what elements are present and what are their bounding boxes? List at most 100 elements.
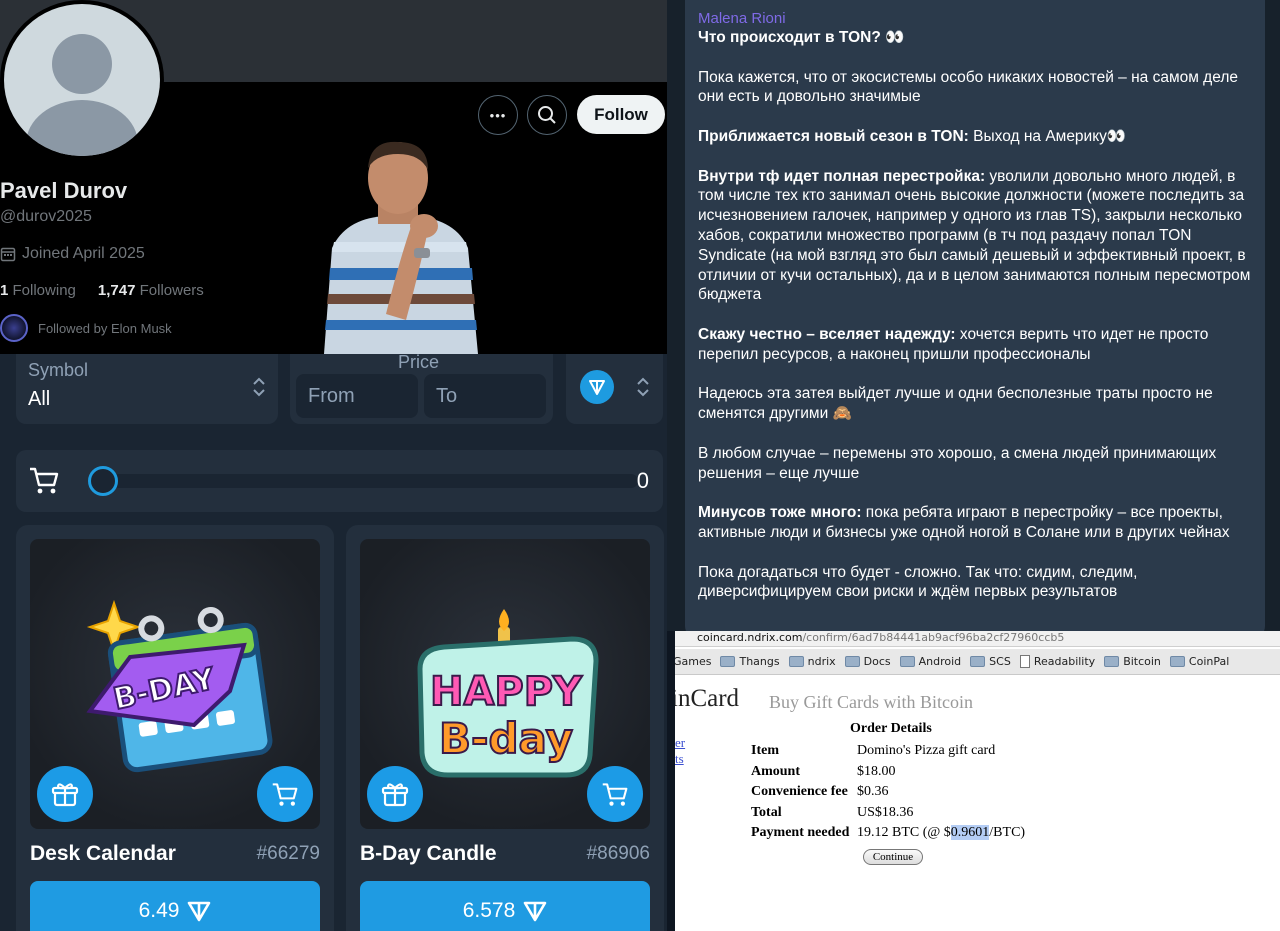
message-author[interactable]: Malena Rioni (698, 10, 1251, 27)
calendar-icon (0, 247, 16, 262)
browser-screenshot: coincard.ndrix.com/confirm/6ad7b84441ab9… (675, 631, 1280, 931)
follower-avatar (0, 314, 28, 342)
add-to-cart-button[interactable] (257, 766, 313, 822)
message-bubble: Malena Rioni Что происходит в TON? 👀 Пок… (685, 0, 1265, 631)
price-filter: Price From To (290, 354, 553, 424)
cart-count: 0 (636, 468, 649, 493)
more-options-button[interactable]: ••• (478, 95, 518, 135)
search-icon (538, 106, 556, 124)
message-paragraph: Минусов тоже много: пока ребята играют в… (698, 504, 1230, 541)
order-row: Total US$18.36 (751, 804, 914, 820)
message-text: Что происходит в TON? 👀 Пока кажется, чт… (698, 28, 1251, 602)
cart-slider-track[interactable] (88, 474, 638, 488)
add-to-cart-button[interactable] (587, 766, 643, 822)
bookmark-item[interactable]: CoinPal (1169, 655, 1229, 668)
gift-icon (381, 783, 409, 807)
followers-link[interactable]: 1,747 Followers (98, 282, 204, 299)
ton-icon (580, 370, 614, 404)
order-heading: Order Details (850, 721, 932, 736)
buy-button[interactable]: 6.49 (30, 881, 320, 931)
folder-icon (844, 656, 860, 667)
profile-stats: 1 Following 1,747 Followers (0, 282, 204, 299)
folder-icon (1169, 656, 1185, 667)
folder-icon (1104, 656, 1120, 667)
profile-joined: Joined April 2025 (0, 245, 145, 263)
cart-icon (272, 783, 298, 806)
person-photo (316, 138, 482, 354)
avatar[interactable] (0, 0, 164, 160)
message-paragraph: Пока догадаться что будет - сложно. Так … (698, 563, 1138, 601)
gift-number: #86906 (586, 843, 650, 864)
gift-image: B-DAY (30, 539, 320, 829)
gift-send-button[interactable] (367, 766, 423, 822)
following-link[interactable]: 1 Following (0, 282, 76, 299)
bookmark-item[interactable]: Android (899, 655, 961, 668)
bookmark-item[interactable]: Bitcoin (1104, 655, 1161, 668)
bookmark-item[interactable]: SCS (970, 655, 1011, 668)
bookmark-item[interactable]: Readability (1019, 655, 1095, 668)
buy-price: 6.578 (462, 899, 516, 922)
cart-icon (602, 783, 628, 806)
folder-icon (970, 656, 986, 667)
folder-icon (788, 656, 804, 667)
buy-button[interactable]: 6.578 (360, 881, 650, 931)
gift-card[interactable]: B-DAY Desk Calendar #66279 6.49 (16, 525, 334, 931)
gift-icon (51, 783, 79, 807)
side-link[interactable]: ts (675, 751, 684, 767)
bookmarks-bar: Games Thangs ndrix Docs Android SCS Read… (675, 649, 1280, 675)
followed-by[interactable]: Followed by Elon Musk (0, 314, 172, 342)
bookmark-item[interactable]: Games (675, 655, 711, 668)
message-paragraph: Надеюсь эта затея выйдет лучше и одни бе… (698, 385, 1213, 423)
symbol-value: All (28, 388, 51, 410)
ton-icon (188, 901, 211, 922)
gift-title: B-Day Candle (360, 842, 497, 865)
gift-image: HAPPY B-day (360, 539, 650, 829)
side-link[interactable]: er (675, 735, 685, 751)
price-label: Price (398, 354, 440, 372)
telegram-chat-panel: Malena Rioni Что происходит в TON? 👀 Пок… (667, 0, 1280, 631)
continue-button[interactable]: Continue (863, 849, 923, 865)
joined-date: Joined April 2025 (22, 245, 145, 262)
message-paragraph: Что происходит в TON? 👀 (698, 29, 905, 46)
url-host: coincard.ndrix.com (697, 631, 803, 644)
message-paragraph: Внутри тф идет полная перестройка: уволи… (698, 167, 1251, 304)
profile-handle: @durov2025 (0, 208, 92, 225)
gift-market-panel: Symbol All Price From To 0 B-DAY Desk Ca… (0, 354, 667, 931)
search-button[interactable] (527, 95, 567, 135)
follow-button[interactable]: Follow (577, 95, 665, 134)
gift-send-button[interactable] (37, 766, 93, 822)
cart-slider-handle[interactable] (88, 466, 118, 496)
symbol-filter[interactable]: Symbol All (16, 354, 278, 424)
message-paragraph: Скажу честно – вселяет надежду: хочется … (698, 325, 1209, 363)
site-tagline: Buy Gift Cards with Bitcoin (769, 692, 973, 712)
x-profile-panel: ••• Follow Pavel Durov @durov2025 Joined… (0, 0, 667, 354)
currency-selector[interactable] (566, 354, 663, 424)
price-from-input[interactable]: From (296, 374, 418, 418)
payment-value: 19.12 BTC (@ $0.9601/BTC) (857, 825, 1026, 840)
order-row: Convenience fee $0.36 (751, 784, 889, 799)
cart-slider-bar: 0 (16, 450, 663, 512)
url-path: /confirm/6ad7b84441ab9acf96ba2cf27960ccb… (802, 631, 1065, 644)
chevron-updown-icon (637, 377, 649, 397)
gift-number: #66279 (256, 843, 320, 864)
price-to-input[interactable]: To (424, 374, 546, 418)
profile-name: Pavel Durov (0, 178, 128, 203)
page-icon (1019, 655, 1030, 668)
cart-icon (30, 467, 59, 494)
chevron-updown-icon (253, 377, 265, 397)
message-paragraph: Пока кажется, что от экосистемы особо ни… (698, 68, 1238, 106)
order-row: Item Domino's Pizza gift card (751, 743, 996, 758)
bookmark-item[interactable]: ndrix (788, 655, 836, 668)
site-title[interactable]: inCard (675, 685, 739, 713)
more-icon: ••• (489, 107, 507, 123)
message-paragraph: Приближается новый сезон в TON: Выход на… (698, 127, 1127, 145)
message-paragraph: В любом случае – перемены это хорошо, а … (698, 444, 1217, 482)
url-bar[interactable]: coincard.ndrix.com/confirm/6ad7b84441ab9… (675, 631, 1280, 647)
ton-icon (523, 901, 547, 922)
bookmark-item[interactable]: Docs (844, 655, 891, 668)
folder-icon (720, 656, 736, 667)
gift-title: Desk Calendar (30, 842, 176, 865)
bookmark-item[interactable]: Thangs (720, 655, 780, 668)
folder-icon (899, 656, 915, 667)
gift-card[interactable]: HAPPY B-day B-Day Candle #86906 6.578 (346, 525, 664, 931)
